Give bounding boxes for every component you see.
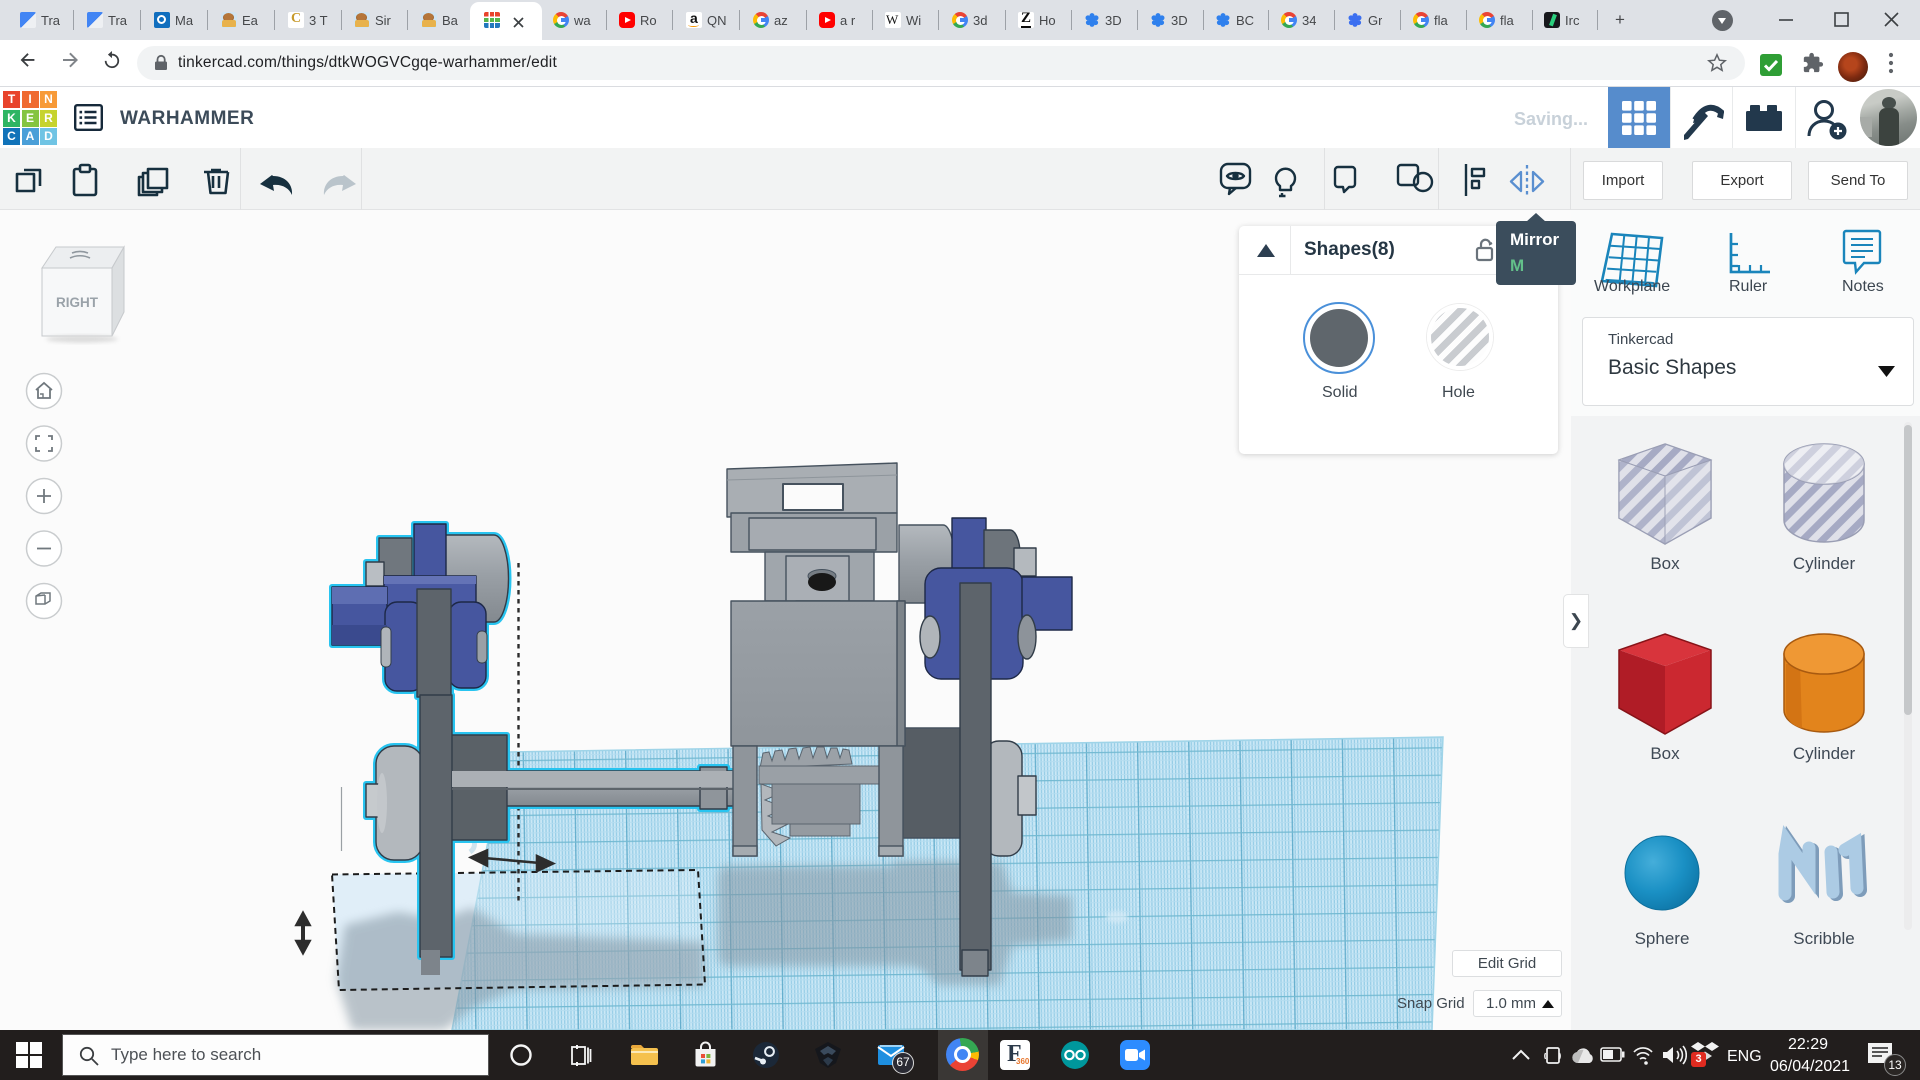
svg-text:Sphere: Sphere <box>1635 929 1690 948</box>
svg-text:Box: Box <box>1650 744 1680 763</box>
svg-text:Scribble: Scribble <box>1793 929 1854 948</box>
svg-text:Cylinder: Cylinder <box>1793 554 1856 573</box>
svg-text:Cylinder: Cylinder <box>1793 744 1856 763</box>
svg-text:RIGHT: RIGHT <box>56 295 99 310</box>
svg-text:Box: Box <box>1650 554 1680 573</box>
